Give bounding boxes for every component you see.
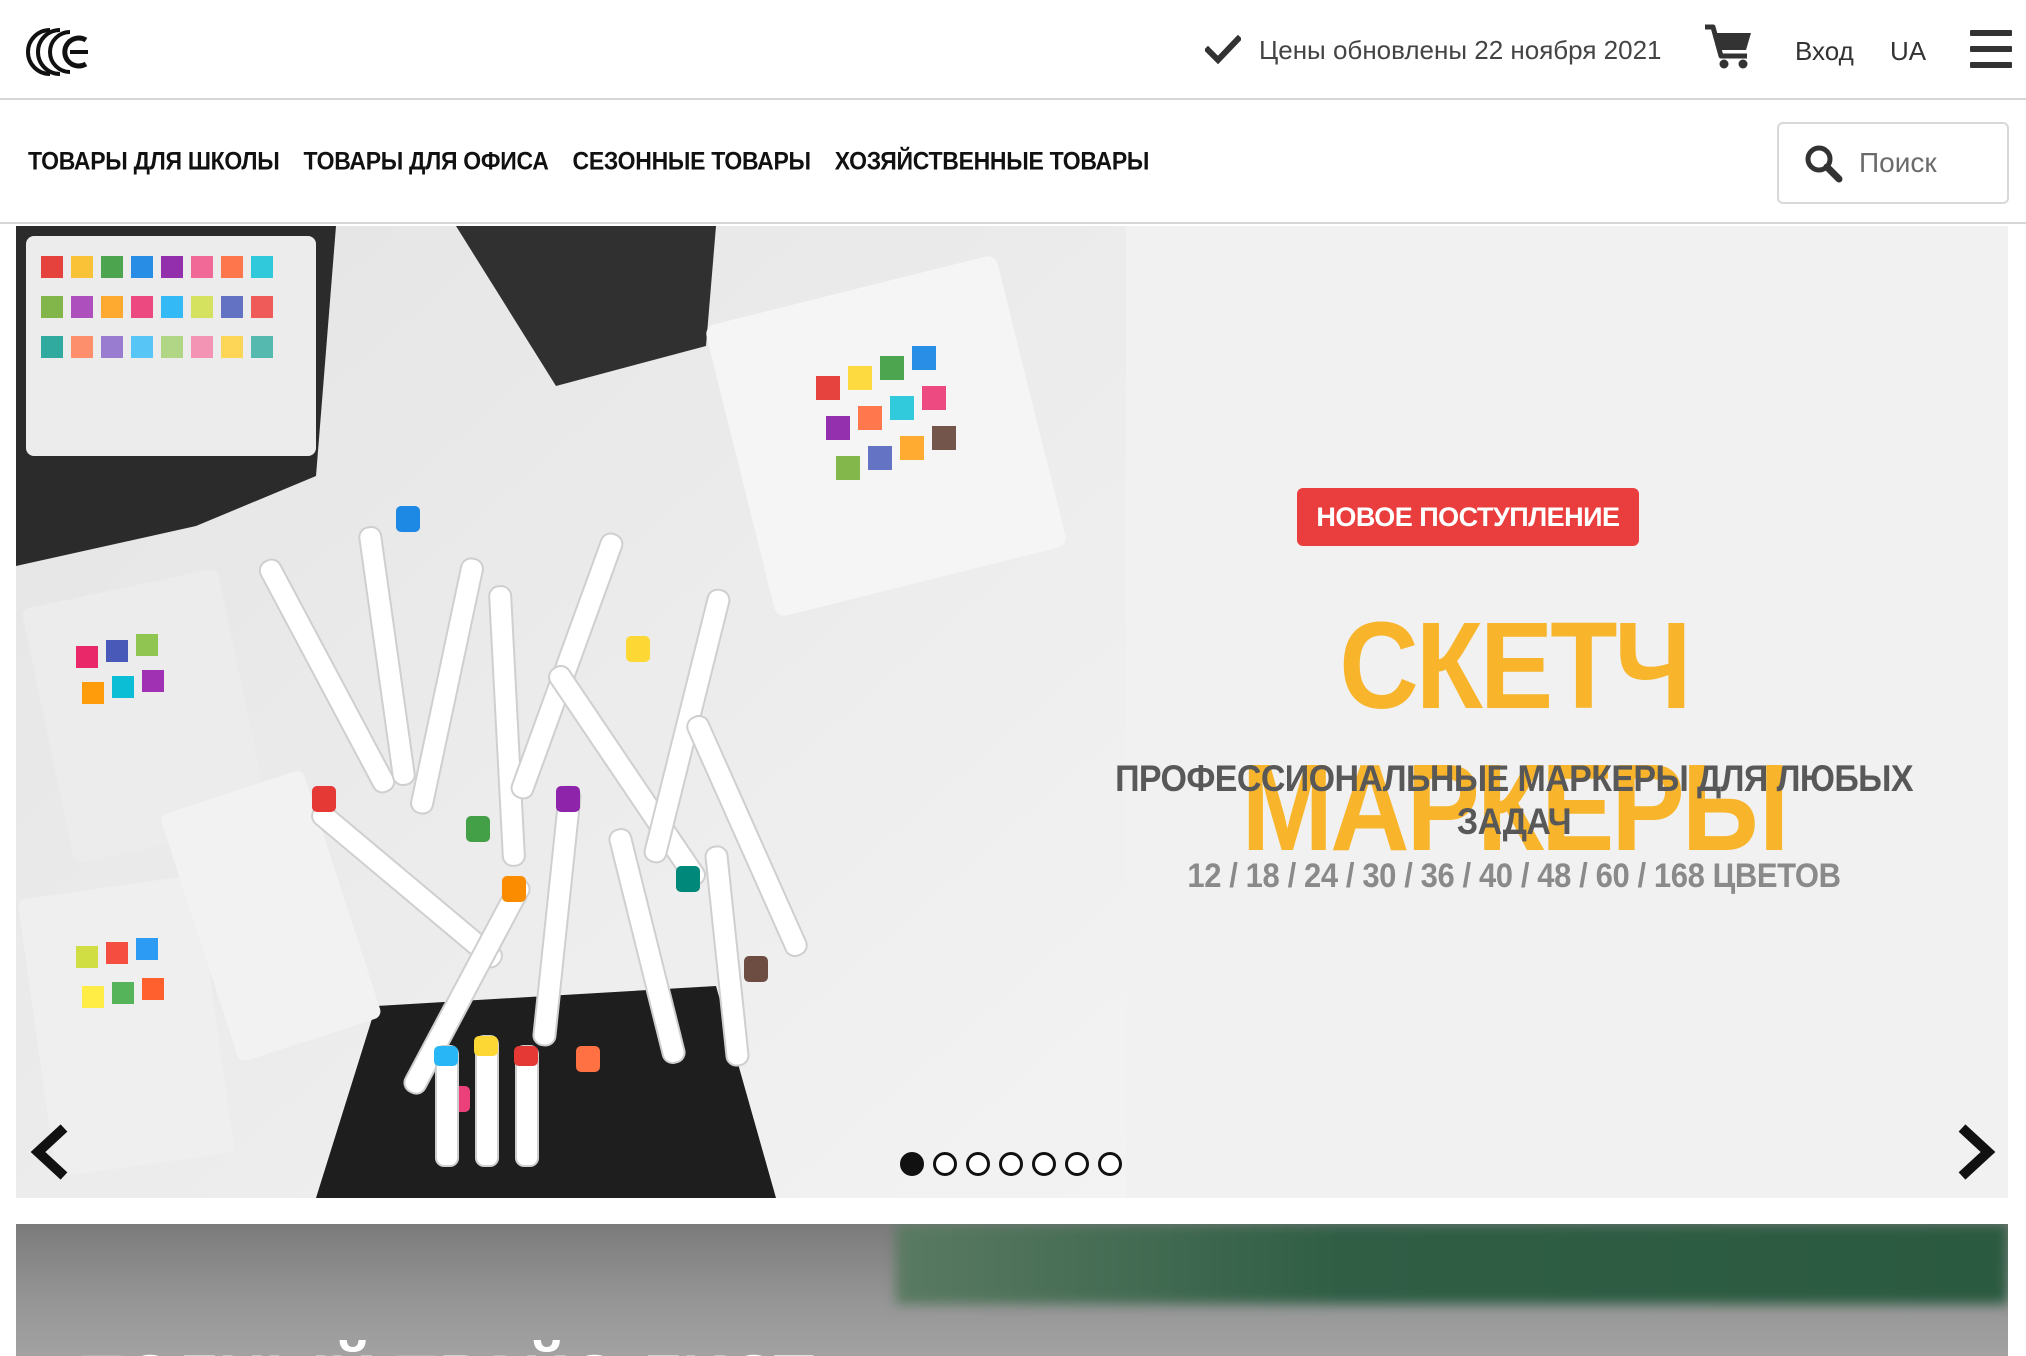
login-link[interactable]: Вход <box>1795 36 1854 67</box>
slider-dot-5[interactable] <box>1032 1152 1056 1176</box>
cart-icon[interactable] <box>1705 24 1753 70</box>
slider-dot-3[interactable] <box>966 1152 990 1176</box>
site-header: Цены обновлены 22 ноября 2021 Вход UA <box>0 0 2026 100</box>
nav-item-school[interactable]: ТОВАРЫ ДЛЯ ШКОЛЫ <box>28 147 280 176</box>
language-switch[interactable]: UA <box>1890 36 1926 67</box>
nav-item-seasonal[interactable]: СЕЗОННЫЕ ТОВАРЫ <box>573 147 812 176</box>
price-list-title: ПОЛНЫЙ ПРАЙС-ЛИСТ <box>78 1338 814 1356</box>
slider-next-arrow-icon[interactable] <box>1952 1122 2000 1182</box>
banner2-background <box>896 1224 2008 1304</box>
nav-item-household[interactable]: ХОЗЯЙСТВЕННЫЕ ТОВАРЫ <box>835 147 1150 176</box>
hero-slider[interactable]: НОВОЕ ПОСТУПЛЕНИЕ СКЕТЧ МАРКЕРЫ ПРОФЕССИ… <box>16 226 2008 1198</box>
banner-colors-line: 12 / 18 / 24 / 30 / 36 / 40 / 48 / 60 / … <box>1187 856 1841 895</box>
slider-dot-6[interactable] <box>1065 1152 1089 1176</box>
hamburger-menu-icon[interactable] <box>1970 30 2012 68</box>
search-icon[interactable] <box>1803 143 1843 183</box>
slider-dot-1[interactable] <box>900 1152 924 1176</box>
price-list-banner[interactable]: ПОЛНЫЙ ПРАЙС-ЛИСТ <box>16 1224 2008 1356</box>
slider-prev-arrow-icon[interactable] <box>26 1122 74 1182</box>
banner-subline: ПРОФЕССИОНАЛЬНЫЕ МАРКЕРЫ ДЛЯ ЛЮБЫХ ЗАДАЧ <box>1115 758 1913 843</box>
slider-dot-7[interactable] <box>1098 1152 1122 1176</box>
search-box[interactable] <box>1777 122 2009 204</box>
prices-updated-notice: Цены обновлены 22 ноября 2021 <box>1205 30 1662 70</box>
prices-updated-text: Цены обновлены 22 ноября 2021 <box>1259 34 1662 65</box>
nav-item-office[interactable]: ТОВАРЫ ДЛЯ ОФИСА <box>303 147 548 176</box>
markers-photo <box>16 226 1126 1198</box>
slider-dot-2[interactable] <box>933 1152 957 1176</box>
search-input[interactable] <box>1859 147 1999 179</box>
slider-dot-4[interactable] <box>999 1152 1023 1176</box>
slider-pagination <box>900 1152 1122 1176</box>
category-nav: ТОВАРЫ ДЛЯ ШКОЛЫ ТОВАРЫ ДЛЯ ОФИСА СЕЗОНН… <box>0 102 2026 224</box>
logo-icon[interactable] <box>20 24 90 80</box>
checkmark-icon <box>1205 35 1241 65</box>
new-arrival-badge: НОВОЕ ПОСТУПЛЕНИЕ <box>1297 488 1639 546</box>
